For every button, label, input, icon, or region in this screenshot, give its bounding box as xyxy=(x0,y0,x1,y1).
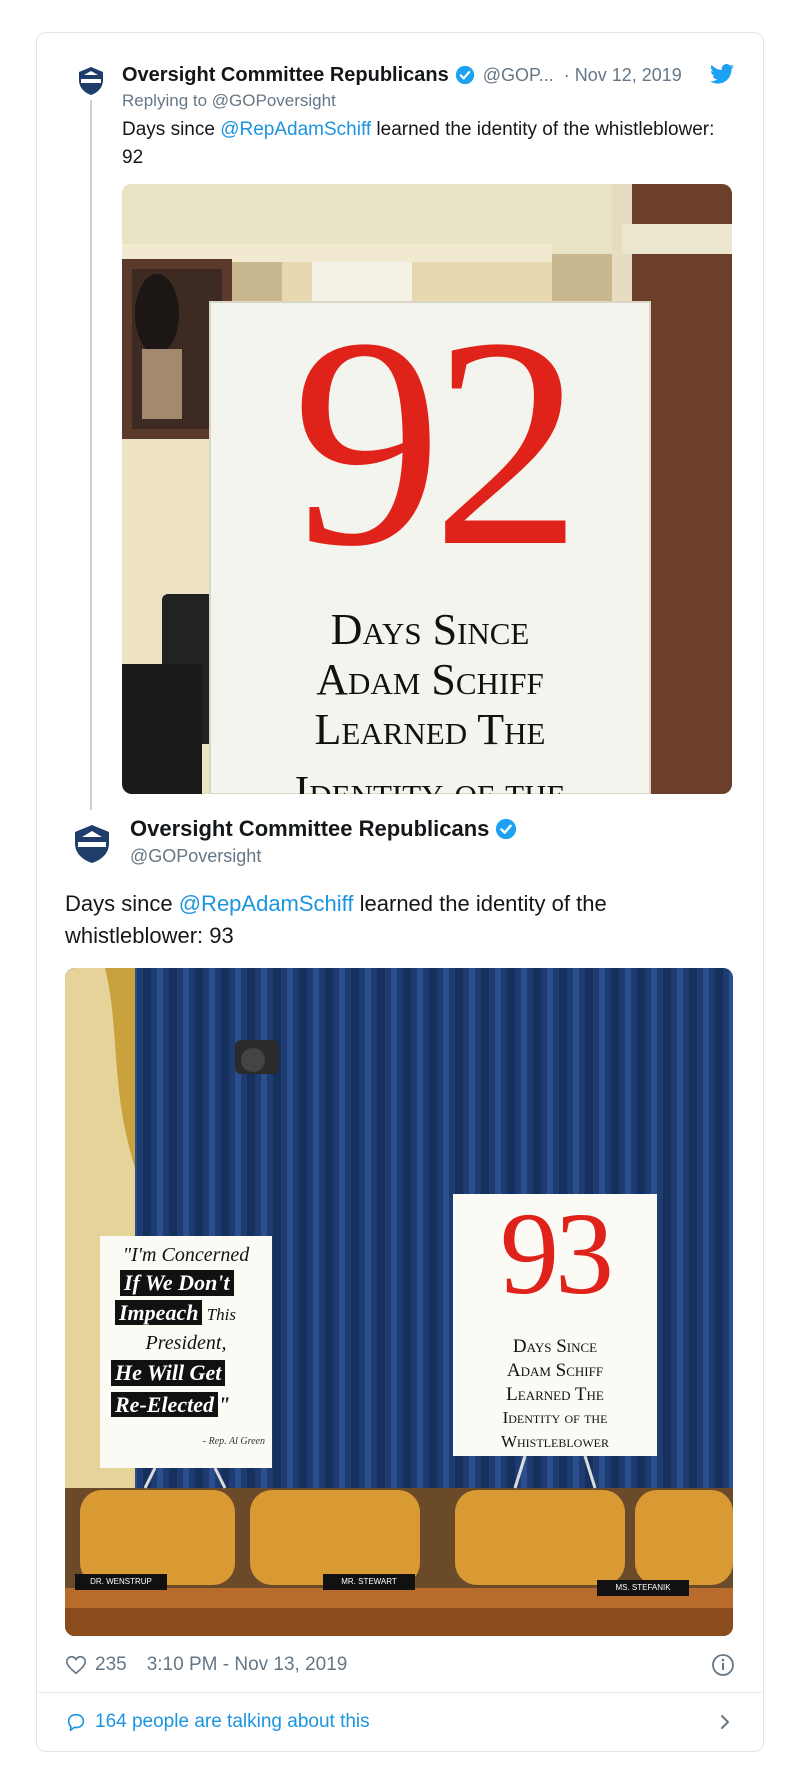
twitter-bird-icon[interactable] xyxy=(710,64,734,84)
sign-93-line3: Learned The xyxy=(506,1384,604,1405)
sign-92-line4: Identity of the xyxy=(294,767,566,794)
sign-93-line2: Adam Schiff xyxy=(506,1360,604,1381)
verified-icon xyxy=(455,65,474,85)
tweet-photo-92[interactable]: 92 Days Since Adam Schiff Learned The Id… xyxy=(122,184,732,794)
verified-icon xyxy=(496,818,517,840)
nameplate: MS. STEFANIK xyxy=(597,1580,689,1596)
author-handle[interactable]: @GOP... xyxy=(483,65,554,86)
nameplate: MR. STEWART xyxy=(323,1574,415,1590)
thread-connector-line xyxy=(90,100,92,810)
author-name[interactable]: Oversight Committee Republicans xyxy=(122,64,449,87)
author-name[interactable]: Oversight Committee Republicans xyxy=(130,816,489,842)
sign-left-attribution: - Rep. Al Green xyxy=(202,1436,265,1447)
nameplate: DR. WENSTRUP xyxy=(75,1574,167,1590)
reply-tweet-header: Oversight Committee Republicans @GOP... … xyxy=(122,62,734,88)
replying-to: Replying to @GOPoversight xyxy=(122,91,336,110)
tweet-photo-93[interactable]: "I'm Concerned If We Don't Impeach This … xyxy=(65,968,733,1636)
conversation-link[interactable]: 164 people are talking about this xyxy=(65,1708,735,1736)
sign-left-line1: "I'm Concerned xyxy=(122,1244,250,1266)
avatar[interactable] xyxy=(72,824,112,864)
sign-92-line1: Days Since xyxy=(330,605,530,654)
chevron-right-icon xyxy=(721,1715,729,1729)
author-handle[interactable]: @GOPoversight xyxy=(130,846,261,867)
replying-to-handle[interactable]: @GOPoversight xyxy=(212,91,336,110)
info-icon[interactable] xyxy=(711,1653,735,1677)
sign-left-line6: Re-Elected " xyxy=(111,1392,230,1418)
main-tweet-text: Days since @RepAdamSchiff learned the id… xyxy=(65,891,607,948)
sign-left-line2: If We Don't xyxy=(120,1270,234,1296)
sign-93-line5: Whistleblower xyxy=(500,1432,610,1451)
like-count[interactable]: 235 xyxy=(95,1654,127,1676)
sign-92-number: 92 xyxy=(292,276,582,608)
sign-93-line1: Days Since xyxy=(512,1336,598,1357)
sign-93-line4: Identity of the xyxy=(502,1408,608,1427)
sign-left-line4: President, xyxy=(145,1332,227,1354)
comment-icon xyxy=(67,1713,85,1732)
sign-93-number: 93 xyxy=(500,1188,614,1319)
avatar[interactable] xyxy=(76,66,106,96)
tweet-date[interactable]: · Nov 12, 2019 xyxy=(564,65,682,86)
sign-92-line3: Learned The xyxy=(314,705,546,754)
main-author: Oversight Committee Republicans xyxy=(130,816,517,842)
tweet-footer: 235 3:10 PM - Nov 13, 2019 xyxy=(65,1650,735,1680)
sign-left-line5: He Will Get xyxy=(111,1360,226,1386)
mention-link[interactable]: @RepAdamSchiff xyxy=(220,119,371,140)
talking-label: 164 people are talking about this xyxy=(95,1711,370,1732)
sign-left-line3: Impeach This xyxy=(115,1300,236,1326)
reply-tweet-text: Days since @RepAdamSchiff learned the id… xyxy=(122,119,715,168)
tweet-timestamp[interactable]: 3:10 PM - Nov 13, 2019 xyxy=(147,1654,348,1676)
heart-icon[interactable] xyxy=(65,1654,87,1676)
mention-link[interactable]: @RepAdamSchiff xyxy=(179,891,354,916)
sign-92-line2: Adam Schiff xyxy=(316,655,544,704)
footer-divider xyxy=(36,1692,764,1693)
